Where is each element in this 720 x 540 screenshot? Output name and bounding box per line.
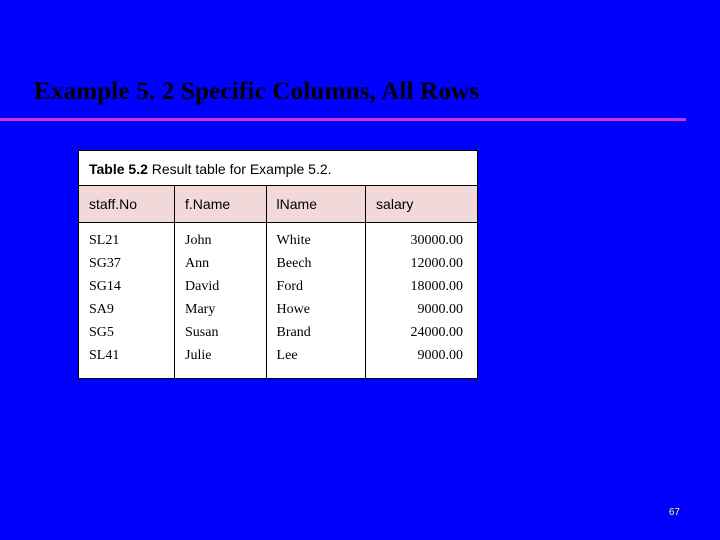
cell-fname: Susan [175,321,267,344]
table-row: SG37 Ann Beech 12000.00 [79,252,477,275]
result-table: staff.No f.Name lName salary SL21 John W… [79,185,477,378]
cell-staffno: SG5 [79,321,175,344]
table-row: SG14 David Ford 18000.00 [79,275,477,298]
cell-fname: Julie [175,344,267,378]
cell-salary: 30000.00 [366,223,477,253]
col-header-staffno: staff.No [79,186,175,223]
cell-salary: 18000.00 [366,275,477,298]
cell-lname: White [266,223,366,253]
cell-fname: Mary [175,298,267,321]
table-caption: Table 5.2 Result table for Example 5.2. [79,151,477,185]
col-header-fname: f.Name [175,186,267,223]
table-caption-label: Table 5.2 [89,161,148,177]
table-row: SA9 Mary Howe 9000.00 [79,298,477,321]
cell-salary: 24000.00 [366,321,477,344]
result-table-panel: Table 5.2 Result table for Example 5.2. … [78,150,478,379]
cell-fname: John [175,223,267,253]
table-header-row: staff.No f.Name lName salary [79,186,477,223]
cell-salary: 9000.00 [366,344,477,378]
col-header-lname: lName [266,186,366,223]
cell-lname: Lee [266,344,366,378]
page-number: 67 [669,507,680,518]
cell-salary: 9000.00 [366,298,477,321]
table-caption-desc: Result table for Example 5.2. [148,161,332,177]
cell-salary: 12000.00 [366,252,477,275]
cell-staffno: SL41 [79,344,175,378]
cell-staffno: SG14 [79,275,175,298]
cell-lname: Howe [266,298,366,321]
col-header-salary: salary [366,186,477,223]
page-title: Example 5. 2 Specific Columns, All Rows [34,78,686,106]
table-row: SL41 Julie Lee 9000.00 [79,344,477,378]
cell-staffno: SA9 [79,298,175,321]
table-row: SG5 Susan Brand 24000.00 [79,321,477,344]
cell-lname: Brand [266,321,366,344]
cell-fname: Ann [175,252,267,275]
table-row: SL21 John White 30000.00 [79,223,477,253]
title-underline [0,118,686,121]
cell-staffno: SL21 [79,223,175,253]
cell-lname: Ford [266,275,366,298]
cell-staffno: SG37 [79,252,175,275]
cell-fname: David [175,275,267,298]
cell-lname: Beech [266,252,366,275]
